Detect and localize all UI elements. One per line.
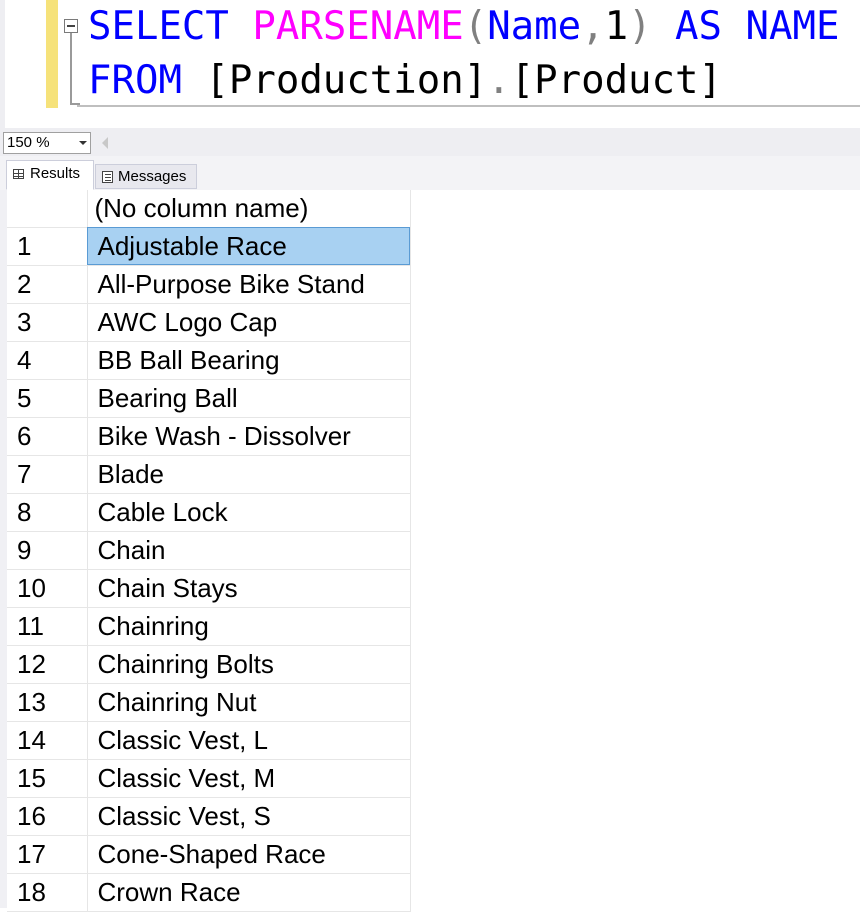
row-number[interactable]: 12 bbox=[7, 645, 88, 684]
table-row[interactable]: 13 Chainring Nut bbox=[7, 683, 411, 722]
chevron-down-icon bbox=[79, 141, 87, 145]
table-row[interactable]: 1 Adjustable Race bbox=[7, 227, 411, 266]
keyword-from: FROM bbox=[88, 58, 182, 103]
collapse-icon[interactable] bbox=[64, 19, 78, 33]
keyword-select: SELECT bbox=[88, 4, 229, 49]
table-row[interactable]: 4 BB Ball Bearing bbox=[7, 341, 411, 380]
grid-cell[interactable]: BB Ball Bearing bbox=[87, 341, 411, 380]
results-grid[interactable]: (No column name) 1 Adjustable Race 2 All-P… bbox=[7, 190, 411, 912]
grid-cell[interactable]: Cone-Shaped Race bbox=[87, 835, 411, 874]
code-line-1[interactable]: SELECT PARSENAME(Name,1) AS NAME bbox=[88, 0, 839, 54]
argument-name: Name bbox=[487, 4, 582, 49]
table-row[interactable]: 6 Bike Wash - Dissolver bbox=[7, 417, 411, 456]
editor-status-strip bbox=[0, 128, 860, 156]
row-number[interactable]: 6 bbox=[7, 417, 88, 456]
row-number[interactable]: 16 bbox=[7, 797, 88, 836]
grid-cell[interactable]: All-Purpose Bike Stand bbox=[87, 265, 411, 304]
editor-divider bbox=[77, 105, 860, 107]
row-number[interactable]: 1 bbox=[7, 227, 88, 266]
grid-cell[interactable]: Chainring Bolts bbox=[87, 645, 411, 684]
row-number[interactable]: 5 bbox=[7, 379, 88, 418]
zoom-value: 150 % bbox=[7, 134, 50, 151]
table-row[interactable]: 2 All-Purpose Bike Stand bbox=[7, 265, 411, 304]
table-row[interactable]: 16 Classic Vest, S bbox=[7, 797, 411, 836]
results-margin bbox=[0, 190, 7, 908]
grid-cell[interactable]: Chainring Nut bbox=[87, 683, 411, 722]
grid-cell[interactable]: Chain Stays bbox=[87, 569, 411, 608]
keyword-as: AS bbox=[675, 4, 723, 49]
table-row[interactable]: 8 Cable Lock bbox=[7, 493, 411, 532]
grid-header-row: (No column name) bbox=[7, 190, 411, 228]
row-number[interactable]: 9 bbox=[7, 531, 88, 570]
row-number[interactable]: 8 bbox=[7, 493, 88, 532]
paren-close: ) bbox=[628, 4, 652, 49]
grid-cell[interactable]: Crown Race bbox=[87, 873, 411, 912]
table-row[interactable]: 10 Chain Stays bbox=[7, 569, 411, 608]
alias-name: NAME bbox=[745, 4, 840, 49]
code-line-2[interactable]: FROM [Production].[Product] bbox=[88, 54, 722, 108]
zoom-dropdown[interactable]: 150 % bbox=[3, 132, 91, 154]
row-number[interactable]: 15 bbox=[7, 759, 88, 798]
grid-cell[interactable]: Adjustable Race bbox=[87, 227, 411, 266]
tab-messages[interactable]: Messages bbox=[95, 164, 197, 189]
table-row[interactable]: 15 Classic Vest, M bbox=[7, 759, 411, 798]
query-editor[interactable]: SELECT PARSENAME(Name,1) AS NAME FROM [P… bbox=[0, 0, 860, 128]
editor-margin bbox=[0, 0, 5, 128]
row-number[interactable]: 14 bbox=[7, 721, 88, 760]
row-number[interactable]: 10 bbox=[7, 569, 88, 608]
row-number[interactable]: 7 bbox=[7, 455, 88, 494]
row-number[interactable]: 13 bbox=[7, 683, 88, 722]
change-tracking-bar bbox=[46, 0, 58, 108]
paren-open: ( bbox=[463, 4, 488, 49]
grid-cell[interactable]: Cable Lock bbox=[87, 493, 411, 532]
grid-cell[interactable]: Blade bbox=[87, 455, 411, 494]
row-number[interactable]: 2 bbox=[7, 265, 88, 304]
schema-name: [Production] bbox=[205, 58, 488, 103]
table-row[interactable]: 12 Chainring Bolts bbox=[7, 645, 411, 684]
row-number[interactable]: 11 bbox=[7, 607, 88, 646]
grid-cell[interactable]: Chain bbox=[87, 531, 411, 570]
function-parsename: PARSENAME bbox=[252, 4, 464, 49]
table-row[interactable]: 3 AWC Logo Cap bbox=[7, 303, 411, 342]
tab-messages-label: Messages bbox=[118, 168, 187, 185]
table-row[interactable]: 18 Crown Race bbox=[7, 873, 411, 912]
row-number[interactable]: 17 bbox=[7, 835, 88, 874]
row-number[interactable]: 18 bbox=[7, 873, 88, 912]
table-row[interactable]: 11 Chainring bbox=[7, 607, 411, 646]
grid-cell[interactable]: Bearing Ball bbox=[87, 379, 411, 418]
grid-cell[interactable]: Classic Vest, S bbox=[87, 797, 411, 836]
table-name: [Product] bbox=[510, 58, 722, 103]
row-number[interactable]: 4 bbox=[7, 341, 88, 380]
argument-number: 1 bbox=[604, 4, 629, 49]
table-row[interactable]: 7 Blade bbox=[7, 455, 411, 494]
table-row[interactable]: 5 Bearing Ball bbox=[7, 379, 411, 418]
scroll-left-icon[interactable] bbox=[102, 137, 108, 149]
grid-cell[interactable]: Bike Wash - Dissolver bbox=[87, 417, 411, 456]
tab-results[interactable]: Results bbox=[6, 160, 94, 190]
table-row[interactable]: 17 Cone-Shaped Race bbox=[7, 835, 411, 874]
grid-cell[interactable]: Classic Vest, M bbox=[87, 759, 411, 798]
table-row[interactable]: 9 Chain bbox=[7, 531, 411, 570]
grid-icon bbox=[13, 169, 24, 179]
messages-icon bbox=[102, 171, 113, 183]
dot-separator: . bbox=[487, 58, 511, 103]
row-number-header[interactable] bbox=[7, 190, 88, 228]
grid-cell[interactable]: Chainring bbox=[87, 607, 411, 646]
outline-guide bbox=[70, 33, 80, 105]
grid-cell[interactable]: AWC Logo Cap bbox=[87, 303, 411, 342]
grid-cell[interactable]: Classic Vest, L bbox=[87, 721, 411, 760]
comma: , bbox=[581, 4, 605, 49]
row-number[interactable]: 3 bbox=[7, 303, 88, 342]
tab-results-label: Results bbox=[30, 165, 81, 182]
table-row[interactable]: 14 Classic Vest, L bbox=[7, 721, 411, 760]
column-header[interactable]: (No column name) bbox=[87, 190, 411, 228]
